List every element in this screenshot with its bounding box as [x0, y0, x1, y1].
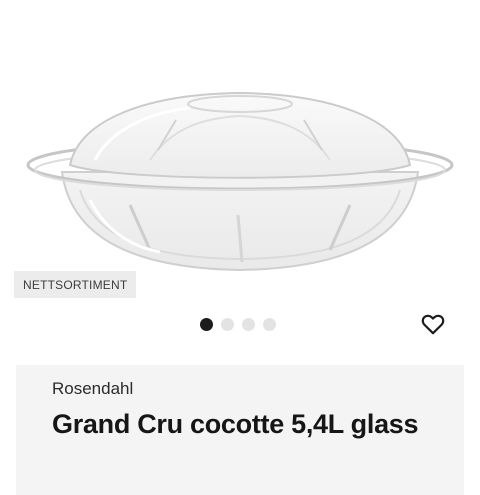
product-brand[interactable]: Rosendahl [52, 379, 133, 399]
product-title: Grand Cru cocotte 5,4L glass [52, 409, 419, 439]
carousel-dot-1[interactable] [200, 318, 213, 331]
image-carousel-dots [200, 318, 276, 331]
product-image[interactable] [0, 0, 480, 300]
wishlist-button[interactable] [420, 311, 446, 337]
product-info-card: Rosendahl Grand Cru cocotte 5,4L glass [16, 365, 464, 495]
heart-outline-icon [421, 314, 445, 335]
carousel-dot-2[interactable] [221, 318, 234, 331]
carousel-dot-4[interactable] [263, 318, 276, 331]
carousel-dot-3[interactable] [242, 318, 255, 331]
product-badge: NETTSORTIMENT [14, 271, 137, 298]
glass-casserole-illustration [26, 91, 454, 272]
